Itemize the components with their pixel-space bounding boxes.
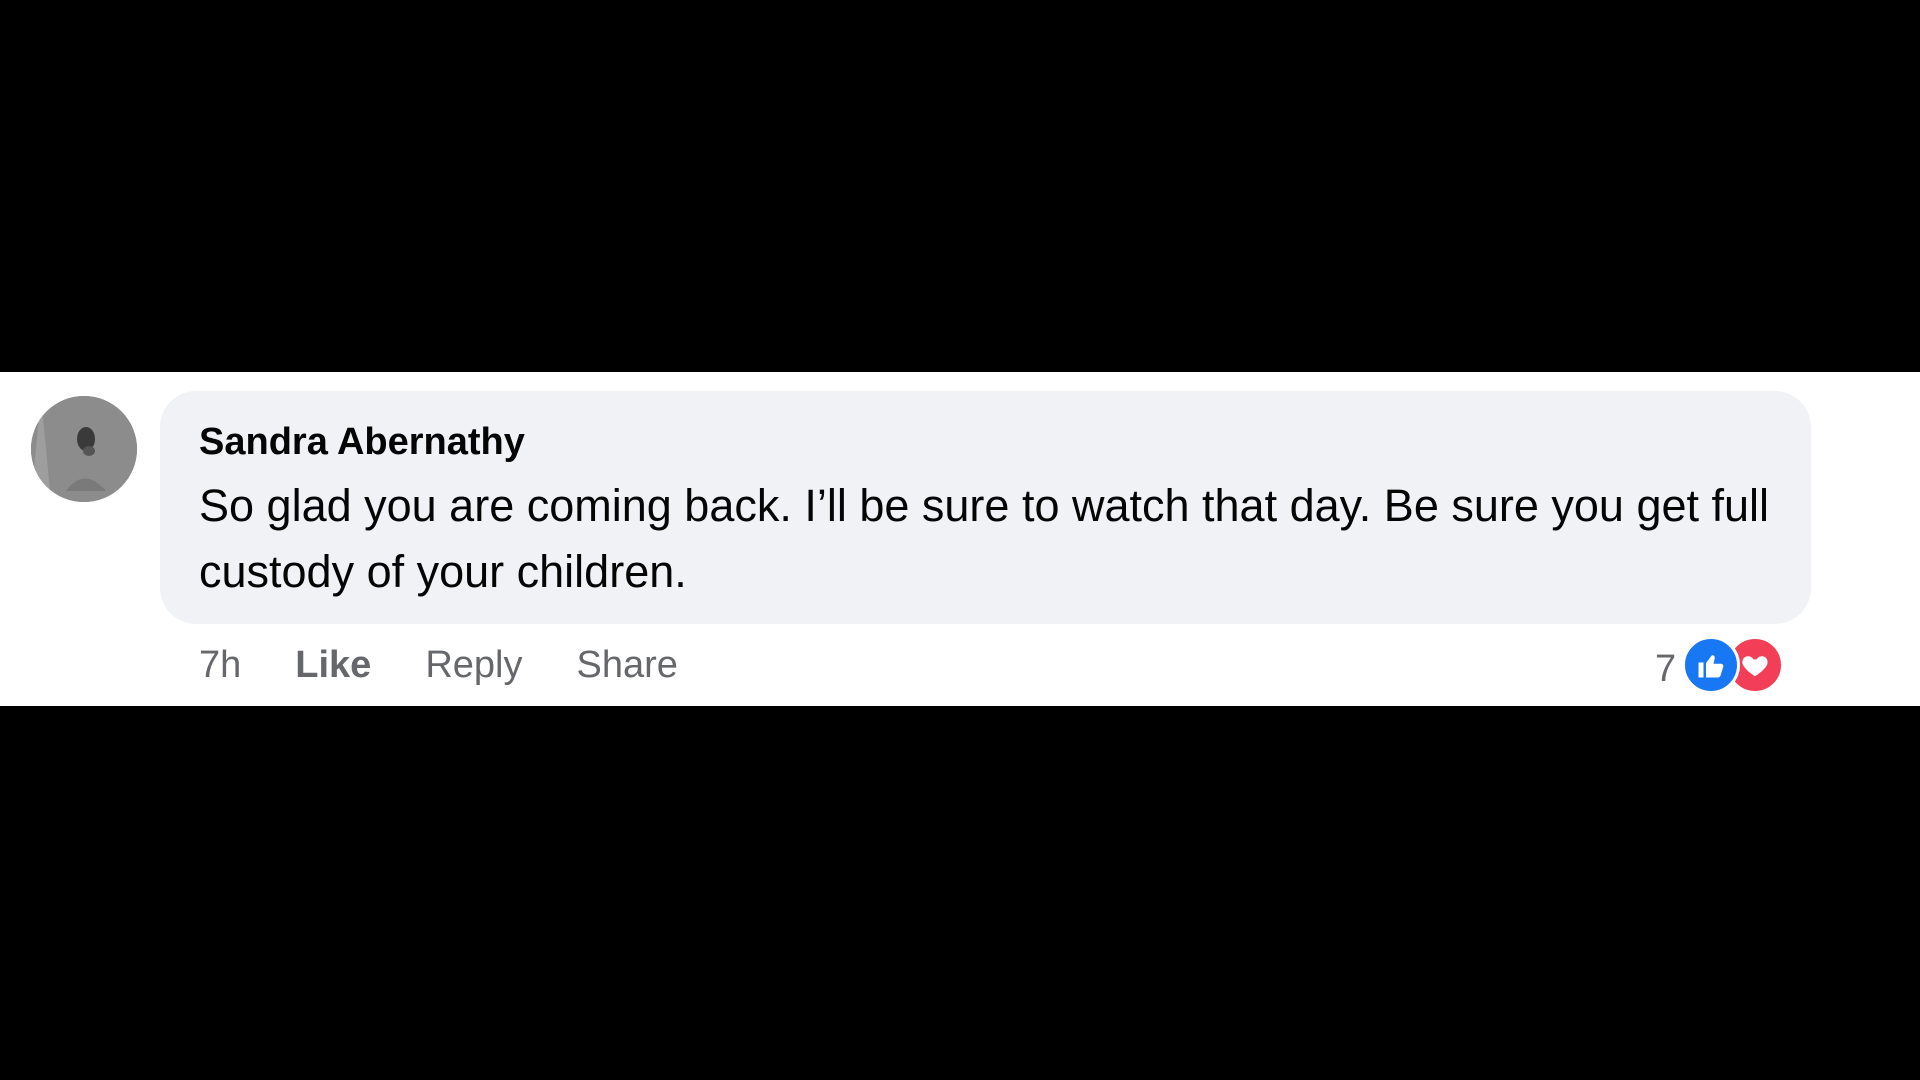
like-button[interactable]: Like (295, 644, 371, 687)
comment-bubble: Sandra Abernathy So glad you are coming … (160, 391, 1811, 624)
avatar-photo-icon (31, 396, 137, 502)
comment-author[interactable]: Sandra Abernathy (199, 421, 525, 464)
avatar[interactable] (31, 396, 137, 502)
page: Sandra Abernathy So glad you are coming … (0, 0, 1920, 1080)
reply-button[interactable]: Reply (425, 644, 522, 687)
share-button[interactable]: Share (576, 644, 677, 687)
comment-text: So glad you are coming back. I’ll be sur… (199, 480, 1770, 597)
comment-timestamp[interactable]: 7h (199, 644, 241, 687)
like-icon (1682, 636, 1741, 694)
reaction-count: 7 (1655, 647, 1677, 690)
reactions-summary[interactable]: 7 (1655, 634, 1785, 696)
comment-container: Sandra Abernathy So glad you are coming … (0, 372, 1920, 706)
comment-actions: 7h Like Reply Share (199, 640, 732, 690)
